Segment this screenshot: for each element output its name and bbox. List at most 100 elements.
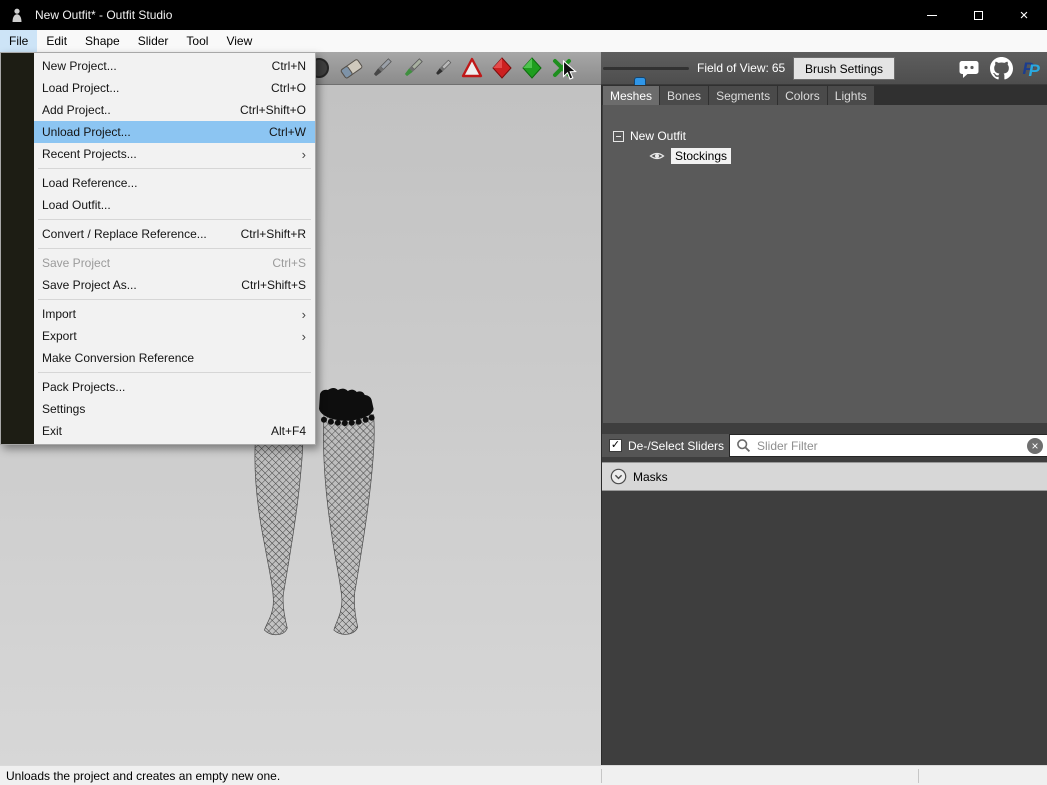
menu-item-shortcut: Ctrl+O	[243, 81, 306, 95]
menu-item-label: Exit	[42, 424, 62, 438]
masks-label: Masks	[633, 470, 668, 484]
menu-item-load-reference[interactable]: Load Reference...	[34, 172, 315, 194]
tab-meshes[interactable]: Meshes	[603, 86, 659, 105]
menu-tool[interactable]: Tool	[177, 30, 217, 52]
tree-root-label[interactable]: New Outfit	[630, 129, 686, 143]
discord-link-button[interactable]	[956, 56, 981, 81]
move-brush-tool-button[interactable]	[459, 55, 485, 81]
menu-view[interactable]: View	[217, 30, 261, 52]
menu-item-load-outfit[interactable]: Load Outfit...	[34, 194, 315, 216]
menu-item-new-project[interactable]: New Project... Ctrl+N	[34, 55, 315, 77]
red-diamond-icon	[489, 55, 515, 81]
tree-item-label-selected[interactable]: Stockings	[671, 148, 731, 164]
statusbar: Unloads the project and creates an empty…	[0, 765, 1047, 785]
status-text: Unloads the project and creates an empty…	[6, 769, 280, 783]
tab-bones[interactable]: Bones	[660, 86, 708, 105]
menu-item-pack-projects[interactable]: Pack Projects...	[34, 376, 315, 398]
field-of-view-label: Field of View:65	[697, 61, 788, 75]
menu-item-exit[interactable]: Exit Alt+F4	[34, 420, 315, 442]
statusbar-separator	[918, 769, 919, 783]
menu-item-shortcut: Ctrl+Shift+S	[213, 278, 306, 292]
menu-icon-gutter	[1, 53, 34, 444]
menu-item-label: Make Conversion Reference	[42, 351, 194, 365]
tab-segments[interactable]: Segments	[709, 86, 777, 105]
menu-file[interactable]: File	[0, 30, 37, 52]
menu-item-shortcut: Alt+F4	[243, 424, 306, 438]
toolbar-view-section: Field of View:65 Brush Settings P P	[601, 52, 1047, 85]
close-button[interactable]: ×	[1001, 0, 1047, 30]
green-diamond-icon	[519, 55, 545, 81]
visibility-eye-icon[interactable]	[649, 150, 665, 162]
github-link-button[interactable]	[989, 56, 1014, 81]
menu-item-shortcut: Ctrl+Shift+R	[213, 227, 306, 241]
app-icon	[9, 7, 25, 23]
menu-item-unload-project[interactable]: Unload Project... Ctrl+W	[34, 121, 315, 143]
field-of-view-text: Field of View:	[697, 61, 769, 75]
window-title: New Outfit* - Outfit Studio	[35, 8, 172, 22]
maximize-button[interactable]	[955, 0, 1001, 30]
masks-collapsible-header[interactable]: Masks	[602, 462, 1047, 491]
menu-item-add-project[interactable]: Add Project.. Ctrl+Shift+O	[34, 99, 315, 121]
menu-slider[interactable]: Slider	[129, 30, 178, 52]
eraser-tool-button[interactable]	[338, 55, 364, 81]
menu-shape[interactable]: Shape	[76, 30, 129, 52]
clear-filter-button[interactable]: ×	[1027, 438, 1043, 454]
slider-filter-row: ✓ De-/Select Sliders ×	[602, 434, 1047, 457]
deselect-sliders-label: De-/Select Sliders	[628, 439, 724, 453]
tab-lights[interactable]: Lights	[828, 86, 874, 105]
menu-item-label: Load Reference...	[42, 176, 137, 190]
window-controls: ×	[909, 0, 1047, 30]
tree-item-stockings[interactable]: Stockings	[649, 148, 731, 164]
menu-item-make-conversion-reference[interactable]: Make Conversion Reference	[34, 347, 315, 369]
chevron-down-circle-icon[interactable]	[610, 468, 627, 485]
submenu-arrow-icon: ›	[302, 307, 306, 322]
menu-separator	[38, 219, 311, 220]
menu-edit[interactable]: Edit	[37, 30, 76, 52]
smooth-brush-icon	[430, 55, 456, 81]
deselect-sliders-control[interactable]: ✓ De-/Select Sliders	[602, 434, 729, 457]
smooth-brush-tool-button[interactable]	[430, 55, 456, 81]
tab-colors[interactable]: Colors	[778, 86, 827, 105]
close-icon: ×	[1020, 8, 1029, 23]
paypal-icon: P P	[1022, 57, 1044, 81]
menu-separator	[38, 248, 311, 249]
menu-item-convert-replace-reference[interactable]: Convert / Replace Reference... Ctrl+Shif…	[34, 223, 315, 245]
slider-filter-input[interactable]	[757, 439, 1027, 453]
check-icon: ✓	[611, 440, 620, 451]
menu-item-label: Load Outfit...	[42, 198, 111, 212]
collision-push-tool-button[interactable]	[489, 55, 515, 81]
paypal-link-button[interactable]: P P	[1020, 56, 1045, 81]
menu-item-save-project-as[interactable]: Save Project As... Ctrl+Shift+S	[34, 274, 315, 296]
right-panel: Meshes Bones Segments Colors Lights New …	[601, 85, 1047, 765]
menu-item-label: Pack Projects...	[42, 380, 125, 394]
menu-item-export[interactable]: Export ›	[34, 325, 315, 347]
submenu-arrow-icon: ›	[302, 329, 306, 344]
field-of-view-slider[interactable]	[603, 67, 689, 70]
outfit-studio-window: New Outfit* - Outfit Studio × File Edit …	[0, 0, 1047, 785]
minimize-icon	[927, 15, 937, 16]
search-icon	[736, 438, 751, 453]
menu-item-label: Load Project...	[42, 81, 119, 95]
deflate-brush-tool-button[interactable]	[400, 55, 426, 81]
tree-root-row[interactable]: New Outfit	[613, 129, 686, 143]
minimize-button[interactable]	[909, 0, 955, 30]
collapse-icon[interactable]	[613, 131, 624, 142]
menu-separator	[38, 299, 311, 300]
deselect-sliders-checkbox[interactable]: ✓	[609, 439, 622, 452]
collision-pull-tool-button[interactable]	[519, 55, 545, 81]
menubar: File Edit Shape Slider Tool View	[0, 30, 1047, 52]
menu-item-settings[interactable]: Settings	[34, 398, 315, 420]
inflate-brush-tool-button[interactable]	[369, 55, 395, 81]
menu-item-label: Unload Project...	[42, 125, 131, 139]
menu-item-label: Settings	[42, 402, 85, 416]
menu-item-shortcut: Ctrl+S	[244, 256, 306, 270]
inflate-brush-icon	[369, 55, 395, 81]
menu-item-label: New Project...	[42, 59, 117, 73]
brush-settings-button[interactable]: Brush Settings	[793, 57, 895, 80]
github-icon	[990, 57, 1013, 80]
menu-item-label: Save Project As...	[42, 278, 137, 292]
menu-item-import[interactable]: Import ›	[34, 303, 315, 325]
menu-item-label: Add Project..	[42, 103, 111, 117]
menu-item-recent-projects[interactable]: Recent Projects... ›	[34, 143, 315, 165]
menu-item-load-project[interactable]: Load Project... Ctrl+O	[34, 77, 315, 99]
